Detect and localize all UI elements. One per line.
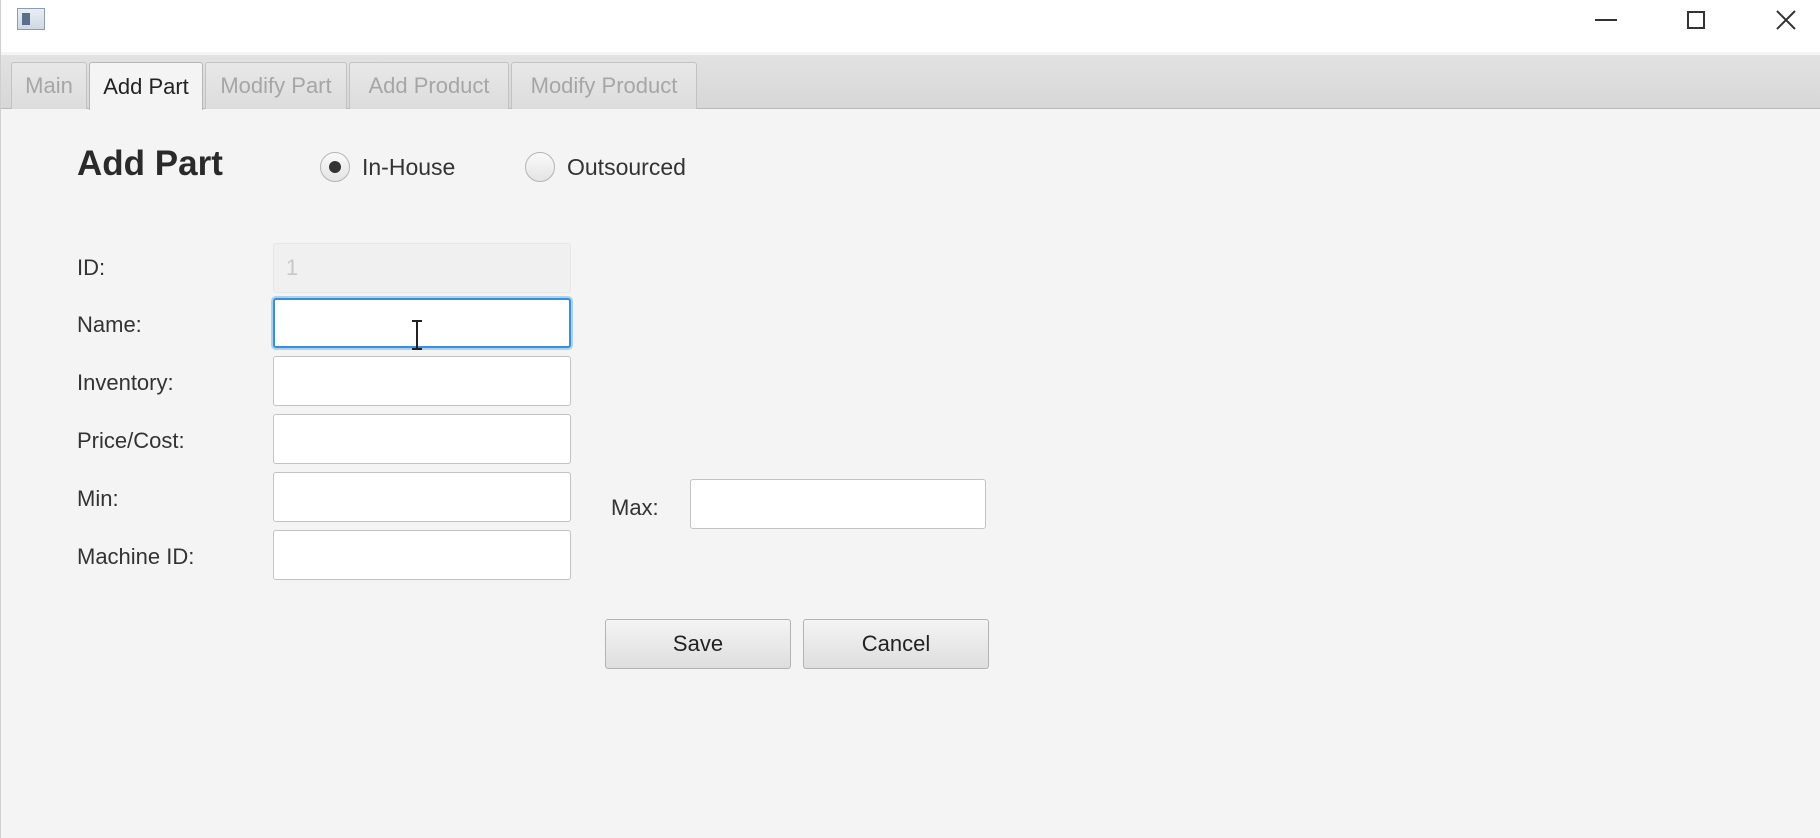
id-field [273,243,571,293]
app-window: Main Add Part Modify Part Add Product Mo… [0,0,1820,838]
tab-bar: Main Add Part Modify Part Add Product Mo… [1,55,1820,110]
max-field[interactable] [690,479,986,529]
max-label: Max: [611,495,659,520]
inventory-label: Inventory: [77,370,174,395]
radio-outsourced-label: Outsourced [567,153,686,180]
radio-checked-icon [320,152,350,182]
tab-add-part[interactable]: Add Part [89,62,203,110]
close-button[interactable] [1741,0,1820,40]
tab-modify-product[interactable]: Modify Product [511,62,697,109]
radio-in-house-label: In-House [362,153,456,180]
name-label: Name: [77,312,142,337]
cancel-button[interactable]: Cancel [803,619,989,669]
minimize-button[interactable] [1561,0,1651,40]
close-icon [1776,10,1796,30]
machine-id-field[interactable] [273,530,571,580]
text-cursor-icon [412,320,422,350]
radio-outsourced[interactable]: Outsourced [525,152,686,182]
tab-add-product[interactable]: Add Product [349,62,509,109]
price-cost-field[interactable] [273,414,571,464]
inventory-field[interactable] [273,356,571,406]
maximize-button[interactable] [1651,0,1741,40]
price-cost-label: Price/Cost: [77,428,185,453]
machine-id-label: Machine ID: [77,544,195,569]
maximize-icon [1687,11,1705,29]
title-bar [1,0,1820,52]
min-label: Min: [77,486,119,511]
save-button[interactable]: Save [605,619,791,669]
tab-modify-part[interactable]: Modify Part [205,62,347,109]
id-label: ID: [77,255,106,280]
radio-in-house[interactable]: In-House [320,152,455,182]
min-field[interactable] [273,472,571,522]
page-title: Add Part [77,144,223,183]
tab-main[interactable]: Main [11,62,87,109]
radio-unchecked-icon [525,152,555,182]
minimize-icon [1595,19,1617,21]
app-icon [17,8,45,30]
